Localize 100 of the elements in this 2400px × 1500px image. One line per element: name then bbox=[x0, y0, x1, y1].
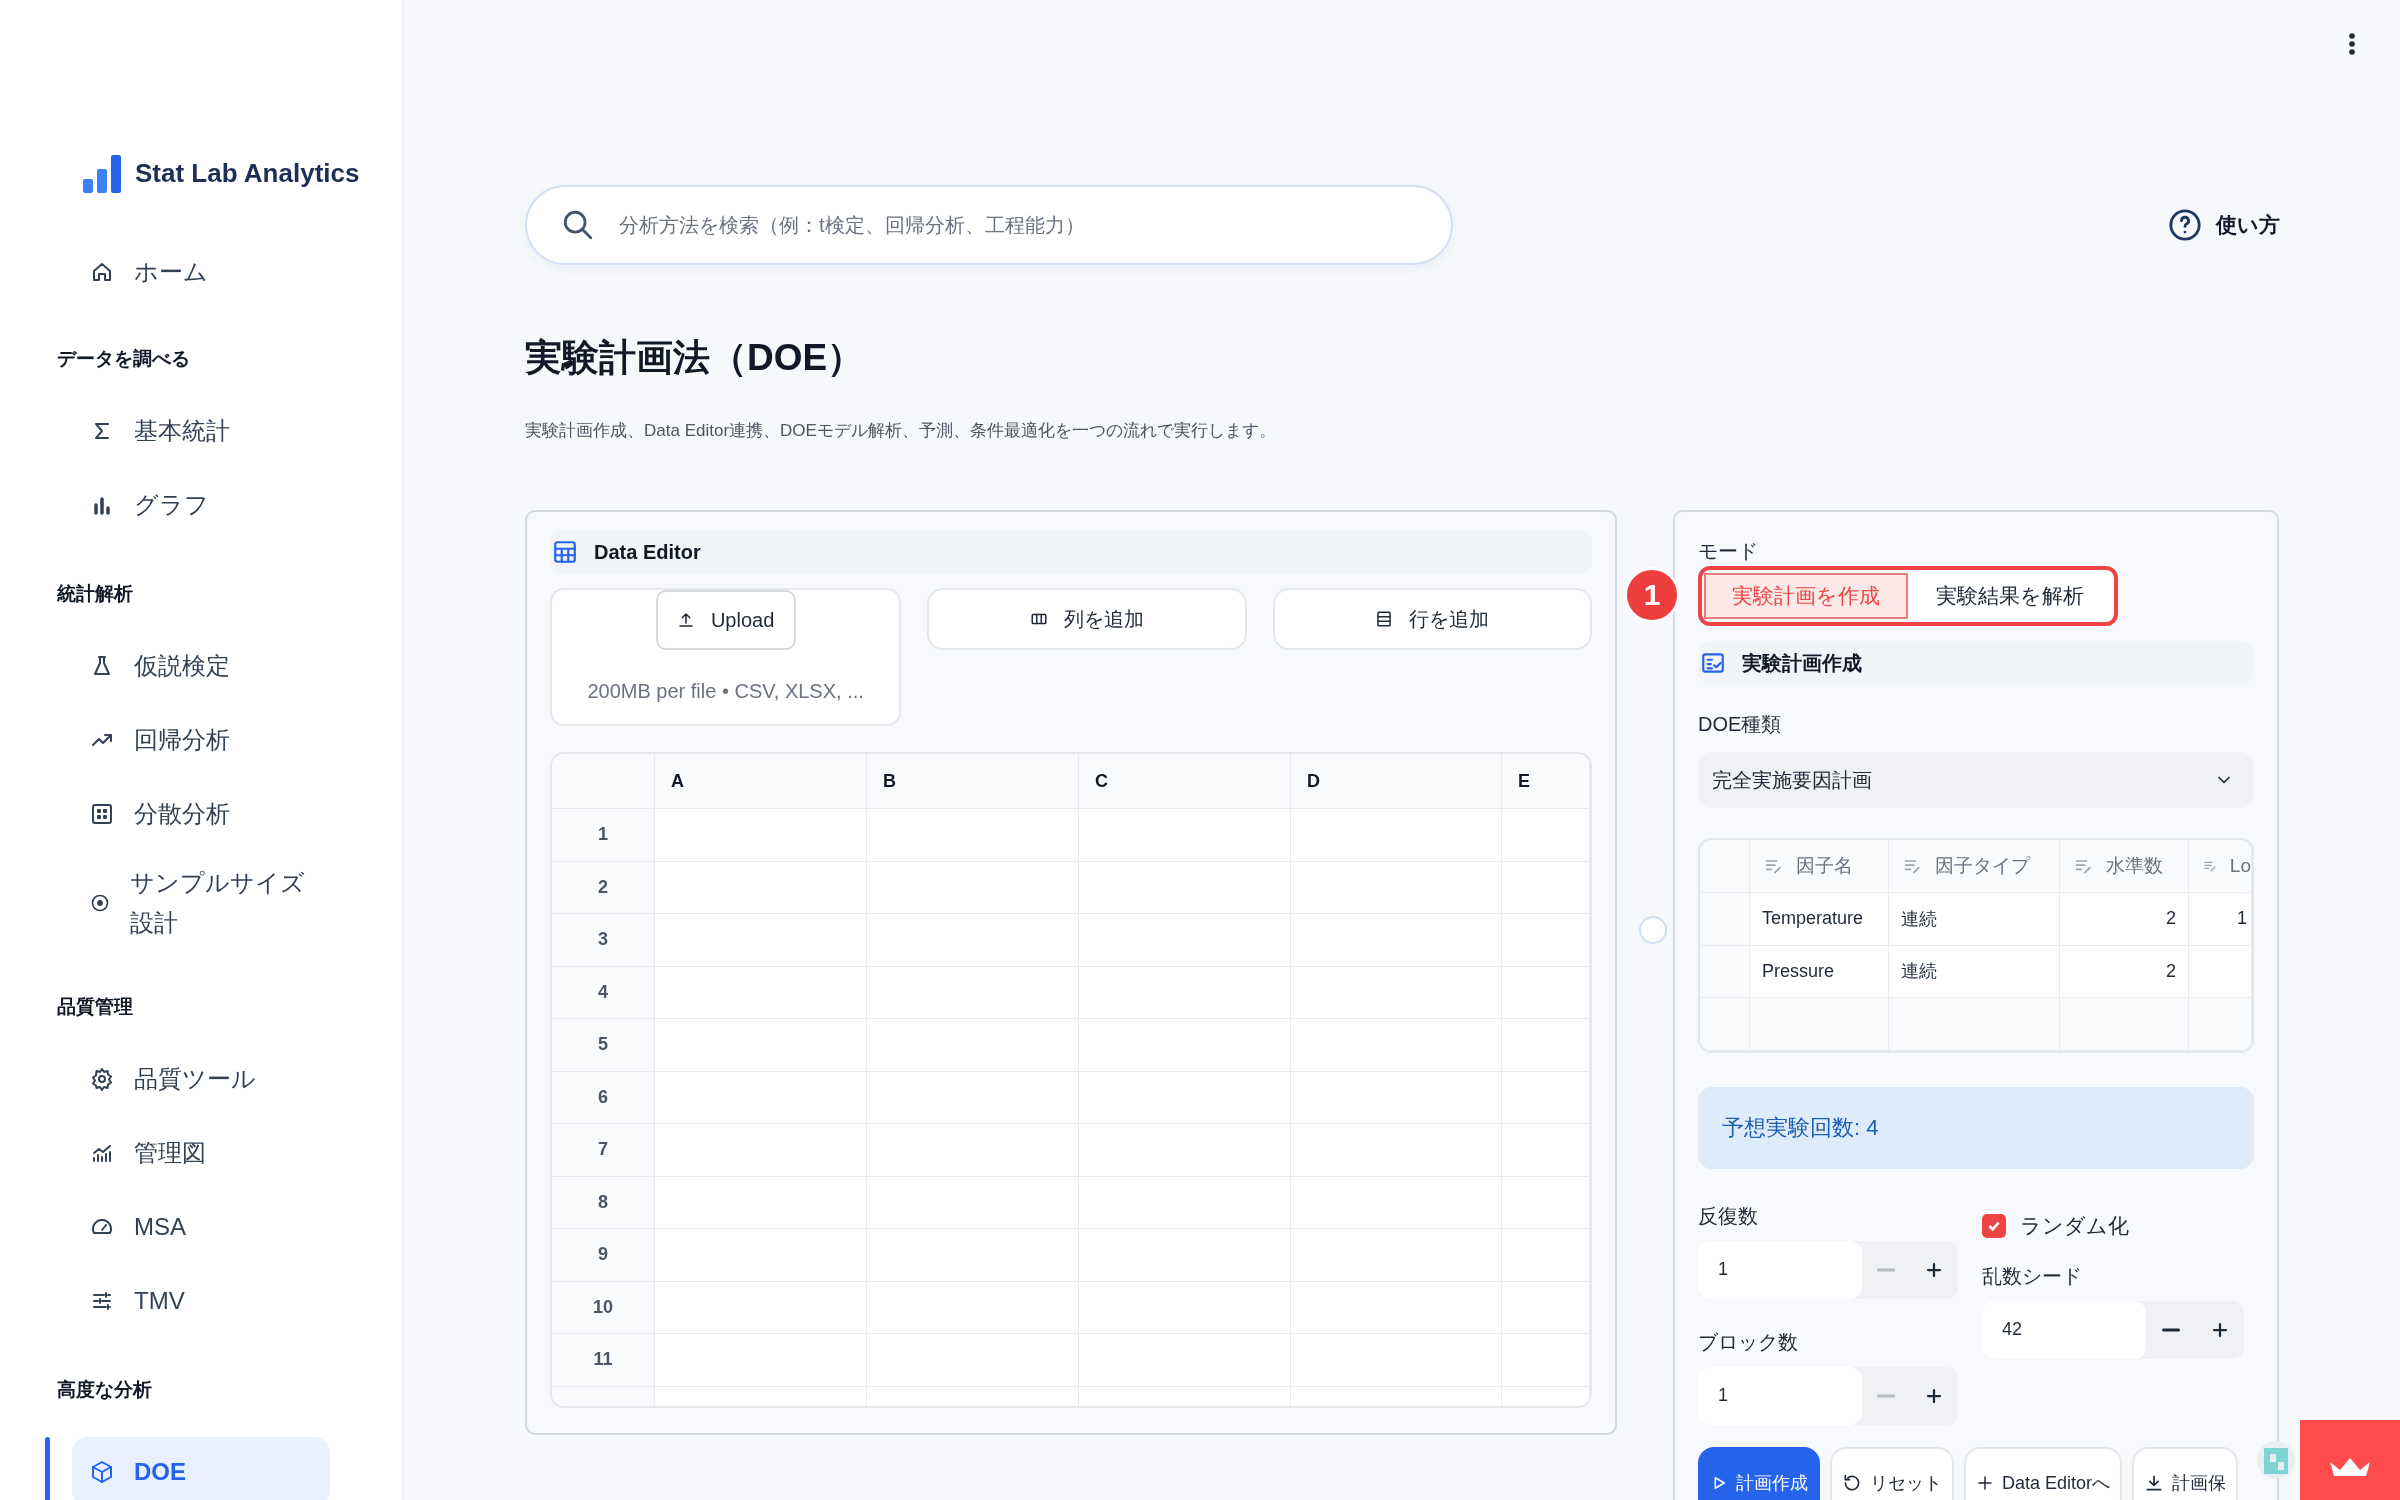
select-label: DOE種類 bbox=[1698, 712, 1783, 737]
checkbox-label: ランダム化 bbox=[2020, 1212, 2129, 1239]
resize-handle-icon[interactable] bbox=[1638, 915, 1668, 945]
table-cell[interactable] bbox=[1889, 998, 2060, 1051]
action-button[interactable]: Data Editorへ bbox=[1964, 1446, 2123, 1500]
add-row-button[interactable]: 行を追加 bbox=[1272, 588, 1592, 650]
field-label: 反復数 bbox=[1698, 1203, 1759, 1229]
sliders-icon bbox=[90, 1289, 114, 1313]
plus-icon bbox=[1976, 1473, 1994, 1492]
column-title: Lo bbox=[2229, 855, 2251, 877]
crown-badge-icon[interactable] bbox=[2300, 1420, 2400, 1500]
table-cell[interactable] bbox=[2060, 998, 2189, 1051]
upload-hint: 200MB per file • CSV, XLSX, ... bbox=[587, 680, 864, 703]
minus-icon bbox=[1877, 1267, 1895, 1272]
gear-icon bbox=[90, 1067, 114, 1091]
row-number: 2 bbox=[552, 861, 655, 914]
checkbox[interactable] bbox=[1982, 1213, 2006, 1238]
nav-item[interactable]: サンプルサイズ設計 bbox=[72, 863, 330, 943]
nav-item[interactable]: 仮説検定 bbox=[72, 641, 330, 691]
number-field[interactable]: 1 bbox=[1698, 1240, 1862, 1299]
nav-item[interactable]: MSA bbox=[72, 1202, 330, 1252]
action-button[interactable]: リセット bbox=[1830, 1446, 1954, 1500]
row-header[interactable] bbox=[1700, 893, 1750, 946]
upload-icon bbox=[676, 611, 695, 629]
rows-icon bbox=[1375, 610, 1394, 628]
corner-cell[interactable] bbox=[552, 754, 655, 809]
table-cell[interactable] bbox=[1502, 1229, 1590, 1282]
column-header[interactable]: 水準数 bbox=[2060, 840, 2189, 893]
table-cell[interactable] bbox=[2189, 945, 2252, 998]
section-header: 実験計画作成 bbox=[1698, 641, 2254, 685]
column-header[interactable]: Lo bbox=[2189, 840, 2252, 893]
nav-item[interactable]: 管理図 bbox=[72, 1128, 330, 1178]
row-number: 6 bbox=[552, 1071, 655, 1124]
table-cell[interactable] bbox=[1502, 861, 1590, 914]
table-cell[interactable] bbox=[1502, 914, 1590, 967]
column-title: 因子タイプ bbox=[1935, 854, 2030, 878]
table-cell: 2 bbox=[2060, 945, 2189, 998]
table-cell: Temperature bbox=[1750, 893, 1889, 946]
row-number: 3 bbox=[552, 914, 655, 967]
nav-item[interactable]: 品質ツール bbox=[72, 1054, 330, 1104]
nav-item[interactable]: グラフ bbox=[72, 480, 330, 530]
table-cell[interactable] bbox=[2189, 998, 2252, 1051]
table-cell[interactable] bbox=[1502, 1124, 1590, 1177]
section-label: 統計解析 bbox=[57, 582, 134, 606]
minus-icon bbox=[1877, 1393, 1895, 1398]
row-number: 7 bbox=[552, 1124, 655, 1177]
table-cell[interactable] bbox=[1700, 998, 1750, 1051]
table-cell: 連続 bbox=[1889, 945, 2060, 998]
table-cell[interactable] bbox=[1502, 809, 1590, 862]
nav-item[interactable]: TMV bbox=[72, 1276, 330, 1326]
nav-item[interactable]: 回帰分析 bbox=[72, 715, 330, 765]
search-input[interactable]: 分析方法を検索（例：t検定、回帰分析、工程能力） bbox=[617, 212, 1417, 238]
page-title: 実験計画法（DOE） bbox=[525, 336, 866, 380]
info-banner: 予想実験回数: 4 bbox=[1698, 1086, 2254, 1169]
nav-item[interactable]: DOE bbox=[72, 1437, 330, 1500]
action-button[interactable]: 計画保 bbox=[2132, 1446, 2239, 1500]
action-button[interactable]: 計画作成 bbox=[1698, 1446, 1820, 1500]
checklist-icon bbox=[1700, 650, 1726, 676]
table-cell[interactable] bbox=[1502, 1019, 1590, 1072]
table-cell[interactable] bbox=[1502, 1334, 1590, 1387]
table-cell[interactable] bbox=[1502, 966, 1590, 1019]
row-number: 8 bbox=[552, 1176, 655, 1229]
table-cell: 1 bbox=[2189, 893, 2252, 946]
table-cell[interactable] bbox=[1502, 1071, 1590, 1124]
row-header[interactable] bbox=[1700, 945, 1750, 998]
home-icon bbox=[90, 260, 114, 284]
column-header[interactable]: B bbox=[867, 754, 1079, 809]
row-number: 4 bbox=[552, 966, 655, 1019]
table-cell[interactable] bbox=[1750, 998, 1889, 1051]
column-header[interactable]: 因子名 bbox=[1750, 840, 1889, 893]
row-number: 11 bbox=[552, 1334, 655, 1387]
logo-icon bbox=[83, 153, 121, 193]
nav-item[interactable]: 基本統計 bbox=[72, 406, 330, 456]
column-header[interactable]: 因子タイプ bbox=[1889, 840, 2060, 893]
column-header[interactable]: A bbox=[655, 754, 867, 809]
search-field[interactable]: 分析方法を検索（例：t検定、回帰分析、工程能力） bbox=[525, 185, 1453, 265]
doe-type-select[interactable]: 完全実施要因計画 bbox=[1698, 752, 2254, 808]
row-number: 5 bbox=[552, 1019, 655, 1072]
mascot-icon[interactable] bbox=[2256, 1440, 2296, 1480]
corner-cell[interactable] bbox=[1700, 840, 1750, 893]
brand-name: Stat Lab Analytics bbox=[135, 157, 360, 189]
nav-item[interactable]: 分散分析 bbox=[72, 789, 330, 839]
column-header[interactable]: E bbox=[1502, 754, 1590, 809]
column-header[interactable]: D bbox=[1291, 754, 1502, 809]
table-cell[interactable] bbox=[1502, 1281, 1590, 1334]
number-field[interactable]: 1 bbox=[1698, 1366, 1862, 1425]
row-number: 10 bbox=[552, 1281, 655, 1334]
upload-button[interactable]: Upload bbox=[655, 590, 796, 650]
column-title: 水準数 bbox=[2106, 854, 2163, 878]
annotation-badge: 1 bbox=[1624, 567, 1680, 623]
section-label: データを調べる bbox=[57, 347, 191, 371]
nav-item[interactable]: ホーム bbox=[72, 247, 330, 297]
add-column-button[interactable]: 列を追加 bbox=[927, 588, 1247, 650]
reset-icon bbox=[1842, 1472, 1862, 1493]
number-field[interactable]: 42 bbox=[1982, 1300, 2146, 1359]
mode-tab[interactable]: 実験結果を解析 bbox=[1908, 573, 2112, 619]
column-header[interactable]: C bbox=[1079, 754, 1291, 809]
more-menu-icon[interactable] bbox=[2348, 32, 2356, 56]
help-link[interactable]: 使い方 bbox=[2168, 208, 2280, 242]
table-cell[interactable] bbox=[1502, 1176, 1590, 1229]
